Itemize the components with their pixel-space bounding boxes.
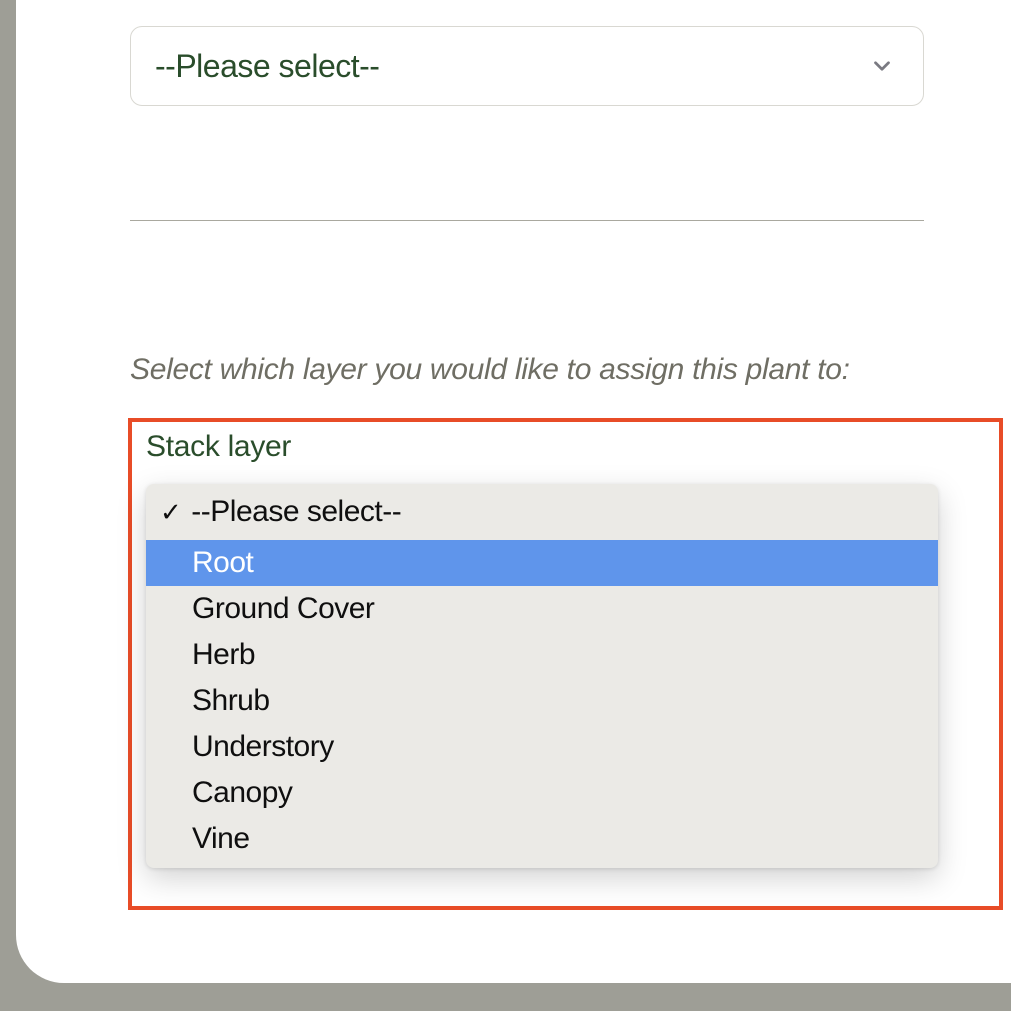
dropdown-option-label: --Please select-- — [191, 495, 401, 529]
section-divider — [130, 220, 924, 221]
dropdown-option-canopy[interactable]: Canopy — [146, 770, 938, 816]
stack-layer-dropdown-panel[interactable]: ✓ --Please select-- Root Ground Cover He… — [146, 484, 938, 868]
chevron-down-icon — [869, 53, 895, 79]
dropdown-option-shrub[interactable]: Shrub — [146, 678, 938, 724]
check-icon: ✓ — [160, 497, 181, 528]
top-select-value: --Please select-- — [155, 48, 379, 85]
instruction-text: Select which layer you would like to ass… — [130, 353, 951, 387]
dropdown-option-label: Canopy — [192, 776, 292, 810]
dropdown-option-label: Herb — [192, 638, 255, 672]
dropdown-option-label: Vine — [192, 822, 250, 856]
dropdown-option-ground-cover[interactable]: Ground Cover — [146, 586, 938, 632]
form-card: --Please select-- Select which layer you… — [16, 0, 1011, 983]
dropdown-option-label: Shrub — [192, 684, 270, 718]
dropdown-option-label: Ground Cover — [192, 592, 374, 626]
stack-layer-label: Stack layer — [146, 430, 291, 464]
form-content: --Please select-- Select which layer you… — [16, 26, 1011, 1009]
dropdown-option-understory[interactable]: Understory — [146, 724, 938, 770]
dropdown-option-placeholder[interactable]: ✓ --Please select-- — [146, 484, 938, 540]
dropdown-option-label: Root — [192, 546, 253, 580]
top-select-dropdown[interactable]: --Please select-- — [130, 26, 924, 106]
dropdown-option-herb[interactable]: Herb — [146, 632, 938, 678]
dropdown-option-root[interactable]: Root — [146, 540, 938, 586]
dropdown-option-label: Understory — [192, 730, 334, 764]
dropdown-option-vine[interactable]: Vine — [146, 816, 938, 862]
highlight-outline: Stack layer ✓ --Please select-- Root Gro… — [128, 418, 1003, 910]
